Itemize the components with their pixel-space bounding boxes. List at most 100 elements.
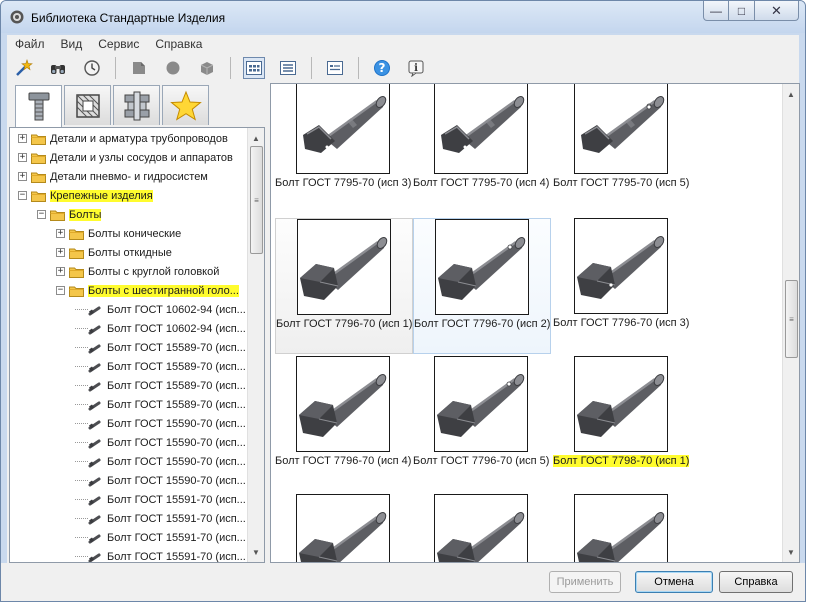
details-view-button[interactable]	[324, 57, 346, 79]
gallery-scrollbar[interactable]: ▲ ≡ ▼	[782, 84, 799, 562]
tree-folder-item[interactable]: + Детали и узлы сосудов и аппаратов	[18, 148, 233, 167]
info-button[interactable]: i	[405, 57, 427, 79]
tree-folder-item[interactable]: − Болты с шестигранной голо...	[56, 281, 239, 300]
gallery-item[interactable]: Болт ГОСТ 7796-70 (исп 5)	[413, 356, 551, 492]
collapse-icon[interactable]: −	[18, 191, 27, 200]
tree-leaf-item[interactable]: Болт ГОСТ 15589-70 (исп...	[75, 376, 246, 395]
gallery-item[interactable]: Болт ГОСТ 7795-70 (исп 5)	[553, 84, 693, 214]
tree-folder-item[interactable]: − Болты	[37, 205, 102, 224]
expand-icon[interactable]: +	[18, 172, 27, 181]
info-icon: i	[408, 60, 424, 77]
maximize-button[interactable]: □	[729, 1, 755, 21]
tree-leaf-item[interactable]: Болт ГОСТ 15590-70 (исп...	[75, 414, 246, 433]
tree-item-label: Детали пневмо- и гидросистем	[50, 170, 208, 183]
gallery-item[interactable]: Болт ГОСТ 7796-70 (исп 2)	[413, 218, 551, 354]
scroll-up-arrow-icon[interactable]: ▲	[248, 130, 264, 146]
tree-leaf-item[interactable]: Болт ГОСТ 15589-70 (исп...	[75, 338, 246, 357]
gallery-item[interactable]: Болт ГОСТ 7798-70 (исп 1)	[553, 356, 691, 492]
tree-item-label: Детали и арматура трубопроводов	[50, 132, 228, 145]
bolt-icon	[575, 495, 667, 562]
tree-leaf-item[interactable]: Болт ГОСТ 15590-70 (исп...	[75, 471, 246, 490]
tree-folder-item[interactable]: + Болты откидные	[56, 243, 172, 262]
tree-leaf-item[interactable]: Болт ГОСТ 15590-70 (исп...	[75, 452, 246, 471]
tree-folder-item[interactable]: − Крепежные изделия	[18, 186, 153, 205]
list-view-button[interactable]	[277, 57, 299, 79]
tree-connector	[75, 347, 88, 348]
gallery-item[interactable]	[275, 494, 413, 562]
expand-icon[interactable]: +	[18, 134, 27, 143]
tree-leaf-item[interactable]: Болт ГОСТ 15589-70 (исп...	[75, 395, 246, 414]
tree-leaf-item[interactable]: Болт ГОСТ 10602-94 (исп...	[75, 300, 246, 319]
tree-folder-item[interactable]: + Болты с круглой головкой	[56, 262, 219, 281]
tree-item-label: Болт ГОСТ 15589-70 (исп...	[107, 341, 246, 354]
wand-star-button[interactable]	[13, 57, 35, 79]
thumbnail-gallery[interactable]: Болт ГОСТ 7795-70 (исп 3) Болт ГОСТ 7795-…	[270, 83, 800, 563]
bolt-icon	[88, 439, 101, 448]
gallery-item[interactable]	[553, 494, 691, 562]
menu-file[interactable]: Файл	[7, 37, 53, 51]
component-button[interactable]	[128, 57, 150, 79]
gallery-item[interactable]: Болт ГОСТ 7796-70 (исп 4)	[275, 356, 413, 492]
tree-folder-item[interactable]: + Болты конические	[56, 224, 181, 243]
history-clock-button[interactable]	[81, 57, 103, 79]
tab-sheet-tab[interactable]	[64, 85, 111, 125]
menu-help[interactable]: Справка	[147, 37, 210, 51]
tree-leaf-item[interactable]: Болт ГОСТ 15590-70 (исп...	[75, 433, 246, 452]
cancel-button[interactable]: Отмена	[635, 571, 713, 593]
cube-button[interactable]	[196, 57, 218, 79]
circle-shape-button[interactable]	[162, 57, 184, 79]
gallery-item-label: Болт ГОСТ 7795-70 (исп 4)	[413, 177, 553, 189]
tree-leaf-item[interactable]: Болт ГОСТ 15591-70 (исп...	[75, 509, 246, 528]
title-bar[interactable]: Библиотека Стандартные Изделия — □ ✕	[1, 1, 805, 33]
expand-icon[interactable]: +	[56, 248, 65, 257]
gallery-scroll-thumb[interactable]: ≡	[785, 280, 798, 358]
bolt-thumbnail	[574, 218, 668, 314]
bolt-icon	[88, 306, 101, 315]
tab-frame-tab[interactable]	[113, 85, 160, 125]
expand-icon[interactable]: +	[56, 267, 65, 276]
tab-favorites-star[interactable]	[162, 85, 209, 125]
gallery-item[interactable]	[413, 494, 551, 562]
gallery-item[interactable]: Болт ГОСТ 7796-70 (исп 1)	[275, 218, 413, 354]
gallery-item[interactable]: Болт ГОСТ 7795-70 (исп 4)	[413, 84, 553, 214]
larges-view-icon-button[interactable]	[243, 57, 265, 79]
collapse-icon[interactable]: −	[56, 286, 65, 295]
tree-leaf-item[interactable]: Болт ГОСТ 15591-70 (исп...	[75, 547, 246, 562]
help-button[interactable]: ?	[371, 57, 393, 79]
expand-icon[interactable]: +	[56, 229, 65, 238]
tree-folder-item[interactable]: + Детали пневмо- и гидросистем	[18, 167, 208, 186]
menu-service[interactable]: Сервис	[90, 37, 147, 51]
expand-icon[interactable]: +	[18, 153, 27, 162]
tree-leaf-item[interactable]: Болт ГОСТ 15591-70 (исп...	[75, 528, 246, 547]
gallery-item-label: Болт ГОСТ 7795-70 (исп 5)	[553, 177, 693, 189]
bolt-thumbnail	[297, 219, 391, 315]
scroll-down-arrow-icon[interactable]: ▼	[783, 544, 799, 560]
tree-leaf-item[interactable]: Болт ГОСТ 15589-70 (исп...	[75, 357, 246, 376]
help-button[interactable]: Справка	[719, 571, 793, 593]
folder-icon	[69, 286, 84, 297]
tab-fastener-tab[interactable]	[15, 85, 62, 127]
gallery-item[interactable]: Болт ГОСТ 7795-70 (исп 3)	[275, 84, 413, 214]
collapse-icon[interactable]: −	[37, 210, 46, 219]
tree-leaf-item[interactable]: Болт ГОСТ 10602-94 (исп...	[75, 319, 246, 338]
tree-connector	[75, 499, 88, 500]
minimize-button[interactable]: —	[703, 1, 729, 21]
tree-scrollbar[interactable]: ▲ ≡ ▼	[247, 128, 264, 562]
close-button[interactable]: ✕	[755, 1, 799, 21]
bolt-thumbnail	[434, 494, 528, 562]
large-icons-view-icon	[246, 61, 262, 75]
menu-view[interactable]: Вид	[53, 37, 91, 51]
library-tree[interactable]: + Детали и арматура трубопроводов + Детали …	[9, 127, 265, 563]
tree-folder-item[interactable]: + Детали и арматура трубопроводов	[18, 129, 228, 148]
gallery-item[interactable]: Болт ГОСТ 7796-70 (исп 3)	[553, 218, 691, 354]
tree-item-label: Болты с круглой головкой	[88, 265, 220, 278]
binoculars-button[interactable]	[47, 57, 69, 79]
scroll-down-arrow-icon[interactable]: ▼	[248, 544, 264, 560]
scroll-up-arrow-icon[interactable]: ▲	[783, 86, 799, 102]
fastener-tab-icon	[28, 92, 49, 120]
gallery-item-text: Болт ГОСТ 7795-70 (исп 4)	[413, 177, 550, 189]
toolbar: ? i	[7, 53, 799, 83]
apply-button[interactable]: Применить	[549, 571, 621, 593]
tree-scroll-thumb[interactable]: ≡	[250, 146, 263, 254]
tree-leaf-item[interactable]: Болт ГОСТ 15591-70 (исп...	[75, 490, 246, 509]
